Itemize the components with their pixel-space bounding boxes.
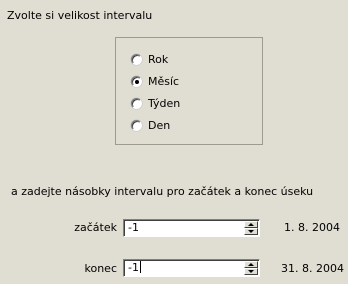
radio-den-button[interactable] — [131, 119, 142, 131]
start-spin-up-button[interactable] — [244, 221, 258, 228]
text-caret — [139, 261, 141, 273]
start-value[interactable]: -1 — [128, 221, 139, 235]
start-spinbox[interactable]: -1 — [123, 219, 260, 237]
start-spin-buttons[interactable] — [244, 221, 258, 235]
start-spin-down-button[interactable] — [244, 228, 258, 235]
radio-tyden-label[interactable]: Týden — [148, 97, 180, 110]
end-spinbox[interactable]: -1 — [123, 259, 260, 277]
radio-mesic-button[interactable] — [131, 75, 142, 87]
interval-options-group: Rok Měsíc Týden Den — [115, 37, 263, 145]
end-spin-up-button[interactable] — [244, 261, 258, 268]
end-date: 31. 8. 2004 — [281, 262, 344, 275]
start-date: 1. 8. 2004 — [284, 221, 340, 234]
end-spin-down-button[interactable] — [244, 268, 258, 275]
radio-rok-button[interactable] — [131, 53, 142, 65]
radio-rok[interactable]: Rok — [131, 52, 168, 66]
instruction-text: a zadejte násobky intervalu pro začátek … — [11, 185, 314, 198]
radio-tyden-button[interactable] — [131, 97, 142, 109]
radio-den[interactable]: Den — [131, 118, 170, 132]
radio-rok-label[interactable]: Rok — [148, 53, 168, 66]
radio-mesic[interactable]: Měsíc — [131, 74, 179, 88]
radio-den-label[interactable]: Den — [148, 119, 170, 132]
end-spin-buttons[interactable] — [244, 261, 258, 275]
radio-tyden[interactable]: Týden — [131, 96, 180, 110]
radio-mesic-label[interactable]: Měsíc — [148, 75, 179, 88]
interval-size-heading: Zvolte si velikost intervalu — [7, 9, 153, 22]
interval-dialog: Zvolte si velikost intervalu Rok Měsíc T… — [0, 0, 348, 284]
end-label: konec — [84, 262, 118, 275]
end-value-wrap[interactable]: -1 — [128, 261, 141, 275]
start-label: začátek — [74, 221, 117, 234]
end-value[interactable]: -1 — [128, 261, 139, 274]
